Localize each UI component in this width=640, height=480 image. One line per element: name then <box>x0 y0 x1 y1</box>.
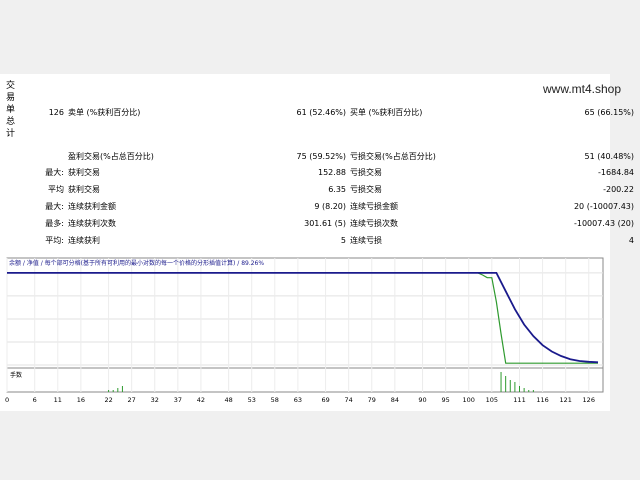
stat-left-value: 301.61 (5) <box>304 219 346 228</box>
x-tick-label: 126 <box>583 396 595 404</box>
x-tick-label: 121 <box>559 396 571 404</box>
stat-left-label: 连续获利次数 <box>68 219 116 228</box>
main-plot-frame <box>6 257 604 369</box>
stat-right-value: -200.22 <box>603 185 634 194</box>
chart-legend: 余额 / 净值 / 每个部可分格(基于所有可利用的最小对数的每一个价格的分形插值… <box>9 259 264 267</box>
stat-left-label: 获利交易 <box>68 185 100 194</box>
x-tick-label: 105 <box>486 396 498 404</box>
stat-prefix: 最大: <box>45 168 64 177</box>
x-tick-label: 100 <box>463 396 475 404</box>
x-tick-label: 11 <box>54 396 62 404</box>
profit-trades-value: 75 (59.52%) <box>296 152 346 161</box>
side-tab-char: 计 <box>5 129 15 139</box>
stat-right-label: 连续亏损金额 <box>350 202 398 211</box>
side-tab-char: 易 <box>5 93 15 103</box>
loss-trades-value: 51 (40.48%) <box>584 152 634 161</box>
watermark: www.mt4.shop <box>543 82 622 96</box>
x-tick-label: 0 <box>5 396 9 404</box>
stat-right-label: 连续亏损次数 <box>350 219 398 228</box>
x-tick-label: 6 <box>33 396 37 404</box>
side-tab-char: 单 <box>5 105 15 115</box>
x-tick-label: 63 <box>294 396 302 404</box>
x-tick-label: 53 <box>248 396 256 404</box>
x-tick-label: 48 <box>224 396 232 404</box>
balance-chart: 102347675511725580 061116222732374248535… <box>5 256 605 408</box>
x-tick-label: 16 <box>77 396 85 404</box>
x-tick-label: 69 <box>321 396 329 404</box>
x-tick-label: 111 <box>513 396 525 404</box>
volume-plot-frame <box>6 367 604 393</box>
stat-left-label: 获利交易 <box>68 168 100 177</box>
stat-right-value: -1684.84 <box>598 168 634 177</box>
sell-value: 61 (52.46%) <box>296 108 346 117</box>
x-tick-label: 74 <box>345 396 353 404</box>
stat-left-label: 连续获利金额 <box>68 202 116 211</box>
x-tick-label: 58 <box>271 396 279 404</box>
side-tab[interactable]: 交 易 单 总 计 <box>5 80 16 140</box>
x-tick-label: 27 <box>128 396 136 404</box>
sell-label: 卖单 (%获利百分比) <box>68 108 141 117</box>
x-tick-label: 22 <box>104 396 112 404</box>
stat-left-value: 152.88 <box>318 168 346 177</box>
x-tick-label: 42 <box>197 396 205 404</box>
profit-trades-label: 盈利交易(%占总百分比) <box>68 152 154 161</box>
stat-left-value: 9 (8.20) <box>314 202 346 211</box>
volume-label: 手数 <box>10 371 22 379</box>
stat-left-value: 6.35 <box>328 185 346 194</box>
x-tick-label: 79 <box>368 396 376 404</box>
stat-prefix: 最大: <box>45 202 64 211</box>
total-trades-value: 126 <box>48 108 64 117</box>
x-tick-label: 116 <box>536 396 548 404</box>
x-tick-label: 37 <box>174 396 182 404</box>
stat-left-label: 连续获利 <box>68 236 100 245</box>
stat-left-value: 5 <box>340 236 346 245</box>
side-tab-char: 交 <box>5 81 15 91</box>
loss-trades-label: 亏损交易(%占总百分比) <box>350 152 436 161</box>
side-tab-char: 总 <box>5 117 15 127</box>
stat-right-label: 亏损交易 <box>350 168 382 177</box>
x-tick-label: 84 <box>391 396 399 404</box>
stat-prefix: 最多: <box>45 219 64 228</box>
stat-right-value: 4 <box>628 236 634 245</box>
stat-right-label: 连续亏损 <box>350 236 382 245</box>
stat-prefix: 平均: <box>45 236 64 245</box>
stat-right-label: 亏损交易 <box>350 185 382 194</box>
stat-right-value: -10007.43 (20) <box>573 219 634 228</box>
stat-prefix: 平均 <box>48 185 64 194</box>
buy-value: 65 (66.15%) <box>584 108 634 117</box>
buy-label: 买单 (%获利百分比) <box>350 108 423 117</box>
x-tick-label: 32 <box>151 396 159 404</box>
stat-right-value: 20 (-10007.43) <box>573 202 634 211</box>
x-tick-label: 90 <box>418 396 426 404</box>
x-tick-label: 95 <box>441 396 449 404</box>
